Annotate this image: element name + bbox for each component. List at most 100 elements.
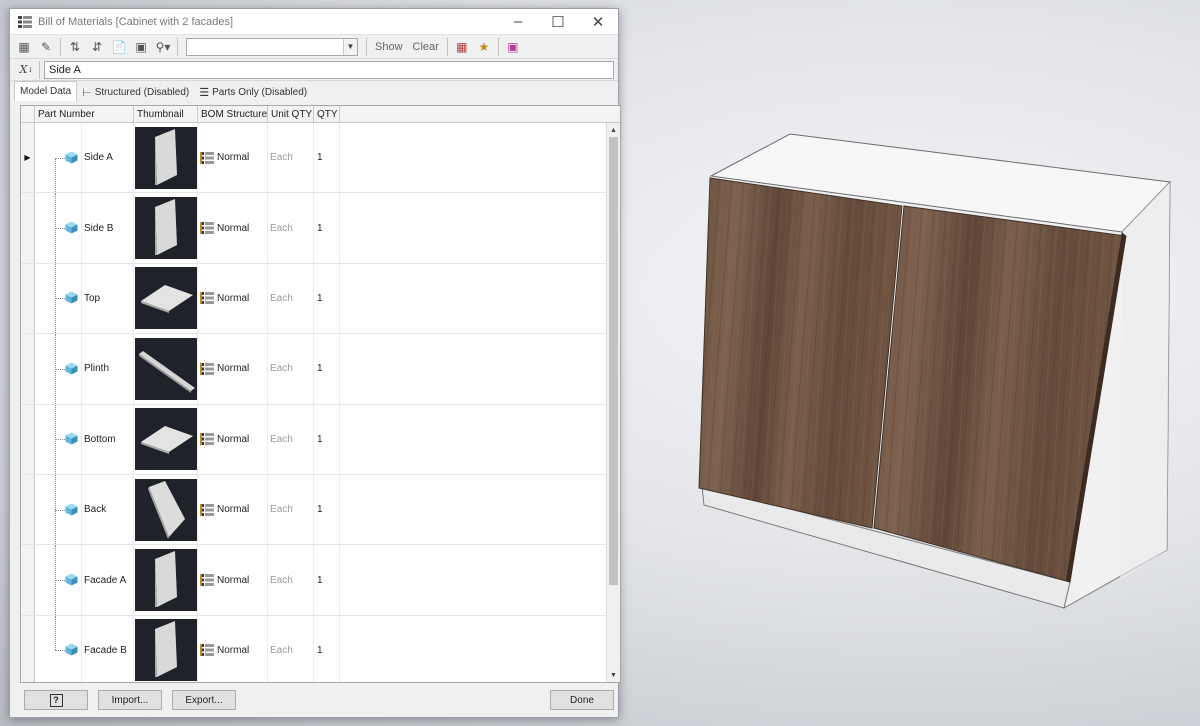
sort-descending-icon[interactable]: ⇵ <box>87 37 107 57</box>
part-number-cell[interactable]: Bottom <box>82 404 134 474</box>
part-number-cell[interactable]: Facade A <box>82 545 134 615</box>
tab-model-data[interactable]: Model Data <box>14 81 78 101</box>
table-row[interactable]: Facade A Normal Each 1 <box>21 545 607 616</box>
table-row[interactable]: Bottom Normal Each 1 <box>21 404 607 475</box>
export-bom-icon[interactable]: ▦ <box>452 37 472 57</box>
part-number-cell[interactable]: Facade B <box>82 615 134 682</box>
table-row[interactable]: Back Normal Each 1 <box>21 474 607 546</box>
bom-structure-cell[interactable]: Normal <box>198 615 268 682</box>
table-row[interactable]: ▶ Side A Normal Each 1 <box>21 123 607 194</box>
table-row[interactable]: Side B Normal Each 1 <box>21 193 607 264</box>
window-title: Bill of Materials [Cabinet with 2 facade… <box>38 15 234 28</box>
sort-ascending-icon[interactable]: ⇅ <box>65 37 85 57</box>
bom-window: Bill of Materials [Cabinet with 2 facade… <box>9 8 621 718</box>
part-shape <box>147 480 185 539</box>
document-icon[interactable]: 📄 <box>109 37 129 57</box>
filter-select[interactable]: ▼ <box>186 37 358 56</box>
qty-cell[interactable]: 1 <box>314 404 340 474</box>
unit-qty-cell[interactable]: Each <box>268 404 314 474</box>
done-button[interactable]: Done <box>550 690 614 710</box>
row-selector[interactable] <box>21 615 35 682</box>
qty-cell[interactable]: 1 <box>314 263 340 334</box>
bom-structure-cell[interactable]: Normal <box>198 404 268 474</box>
bom-structure-cell[interactable]: Normal <box>198 545 268 615</box>
part-thumbnail <box>134 549 197 612</box>
unit-qty-cell[interactable]: Each <box>268 334 314 404</box>
scroll-down-icon[interactable]: ▼ <box>607 668 620 682</box>
tree-line <box>55 157 56 193</box>
part-number-cell[interactable]: Top <box>82 263 134 334</box>
part-icon <box>65 643 78 656</box>
table-row[interactable]: Top Normal Each 1 <box>21 263 607 335</box>
row-selector[interactable] <box>21 193 35 263</box>
header-thumbnail[interactable]: Thumbnail <box>134 106 198 123</box>
import-button[interactable]: Import... <box>98 690 162 710</box>
bom-structure-cell[interactable]: Normal <box>198 474 268 545</box>
qty-cell[interactable]: 1 <box>314 334 340 404</box>
export-button[interactable]: Export... <box>172 690 236 710</box>
tree-branch <box>55 228 65 230</box>
part-number-cell[interactable]: Plinth <box>82 334 134 404</box>
view-options-icon[interactable]: ▣ <box>503 37 523 57</box>
tab-structured[interactable]: ⊢ Structured (Disabled) <box>77 83 194 101</box>
table-row[interactable]: Plinth Normal Each 1 <box>21 334 607 405</box>
toolbar-divider <box>60 37 61 56</box>
model-viewport[interactable] <box>620 0 1200 726</box>
row-selector[interactable]: ▶ <box>21 123 35 193</box>
tree-branch <box>55 650 65 652</box>
chevron-down-icon[interactable]: ▼ <box>343 38 357 55</box>
part-number-cell[interactable]: Back <box>82 474 134 545</box>
header-unit-qty[interactable]: Unit QTY <box>268 106 314 123</box>
bom-structure-icon <box>200 222 214 235</box>
edit-icon[interactable]: ✎ <box>36 37 56 57</box>
part-thumbnail <box>134 619 197 682</box>
help-button[interactable]: ? <box>24 690 88 710</box>
qty-cell[interactable]: 1 <box>314 474 340 545</box>
bom-structure-cell[interactable]: Normal <box>198 193 268 263</box>
bom-structure-value: Normal <box>217 152 250 164</box>
row-selector[interactable] <box>21 474 35 545</box>
part-number-cell[interactable]: Side B <box>82 193 134 263</box>
header-bom-structure[interactable]: BOM Structure <box>198 106 268 123</box>
row-selector[interactable] <box>21 263 35 334</box>
bom-structure-value: Normal <box>217 644 250 656</box>
qty-cell[interactable]: 1 <box>314 545 340 615</box>
unit-qty-cell[interactable]: Each <box>268 545 314 615</box>
qty-cell[interactable]: 1 <box>314 123 340 193</box>
clear-button[interactable]: Clear <box>409 41 443 53</box>
show-button[interactable]: Show <box>371 41 407 53</box>
part-thumbnail <box>134 126 197 189</box>
tab-parts-only[interactable]: ☰ Parts Only (Disabled) <box>194 83 312 101</box>
tree-connector <box>35 193 82 263</box>
header-qty[interactable]: QTY <box>314 106 340 123</box>
formula-input[interactable] <box>44 60 614 79</box>
maximize-icon[interactable]: ☐ <box>538 9 578 35</box>
header-part-number[interactable]: Part Number <box>35 106 134 123</box>
qty-cell[interactable]: 1 <box>314 193 340 263</box>
scroll-up-icon[interactable]: ▲ <box>607 123 620 137</box>
update-mass-icon[interactable]: ★ <box>474 37 494 57</box>
unit-qty-cell[interactable]: Each <box>268 193 314 263</box>
formula-icon[interactable]: X ↓ <box>14 60 40 79</box>
qty-cell[interactable]: 1 <box>314 615 340 682</box>
unit-qty-cell[interactable]: Each <box>268 123 314 193</box>
table-icon[interactable]: ▦ <box>14 37 34 57</box>
bom-structure-cell[interactable]: Normal <box>198 263 268 334</box>
unit-qty-cell[interactable]: Each <box>268 263 314 334</box>
vertical-scrollbar[interactable]: ▲ ▼ <box>606 123 620 682</box>
bom-structure-cell[interactable]: Normal <box>198 123 268 193</box>
bom-structure-cell[interactable]: Normal <box>198 334 268 404</box>
table-row[interactable]: Facade B Normal Each 1 <box>21 615 607 682</box>
unit-qty-cell[interactable]: Each <box>268 615 314 682</box>
minimize-icon[interactable]: – <box>498 9 538 35</box>
scrollbar-thumb[interactable] <box>609 137 618 585</box>
find-dropdown-icon[interactable]: ⚲▾ <box>153 37 173 57</box>
row-selector[interactable] <box>21 404 35 474</box>
tree-branch <box>55 298 65 300</box>
unit-qty-cell[interactable]: Each <box>268 474 314 545</box>
row-selector[interactable] <box>21 545 35 615</box>
row-selector[interactable] <box>21 334 35 404</box>
select-icon[interactable]: ▣ <box>131 37 151 57</box>
close-icon[interactable]: ✕ <box>578 9 618 35</box>
part-number-cell[interactable]: Side A <box>82 123 134 193</box>
